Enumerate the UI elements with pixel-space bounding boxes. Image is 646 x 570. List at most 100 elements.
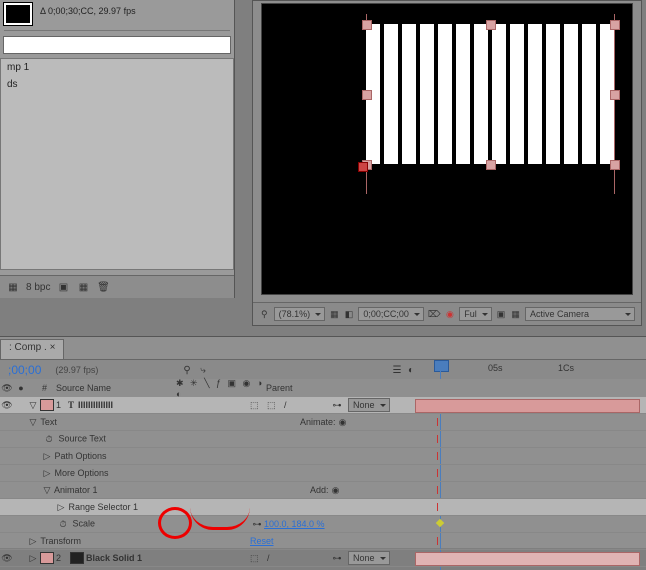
twirl-icon[interactable]: ▽ [28, 400, 38, 411]
anchor-point[interactable] [358, 162, 368, 172]
graph-icon[interactable]: ☰ [390, 363, 404, 377]
transform-handle[interactable] [610, 20, 620, 30]
interpret-icon[interactable]: ▦ [6, 280, 20, 294]
layer-name-text[interactable]: Black Solid 1 [86, 553, 142, 563]
property-row[interactable]: ▷ Range Selector 1 [0, 499, 646, 516]
property-row[interactable]: ⏱ Source Text [0, 431, 646, 448]
channel-icon[interactable]: ◉ [445, 307, 456, 321]
layer-row[interactable]: 👁 ▽ 1 T IIIIIIIIIIIIII ⬚ ⬚ / ⊶ None [0, 397, 646, 414]
project-item[interactable]: mp 1 [1, 59, 233, 76]
scale-value[interactable]: 100.0, 184.0 % [264, 519, 325, 529]
prop-range-selector: Range Selector 1 [69, 502, 139, 512]
property-row[interactable]: ⏱ Scale ⊶ 100.0, 184.0 % [0, 516, 646, 533]
layer-color[interactable] [40, 399, 54, 411]
layer-bar-area[interactable] [415, 397, 646, 413]
transform-handle[interactable] [486, 20, 496, 30]
twirl-icon[interactable]: ▷ [28, 536, 38, 547]
property-row[interactable]: ▽ Animator 1 Add: ◉ [0, 482, 646, 499]
transform-handle[interactable] [362, 90, 372, 100]
twirl-icon[interactable]: ▷ [42, 468, 52, 479]
prop-text: Text [40, 417, 57, 427]
viewport[interactable] [261, 3, 633, 295]
twirl-icon[interactable]: ▷ [56, 502, 66, 513]
new-folder-icon[interactable]: ▣ [56, 280, 70, 294]
new-comp-icon[interactable]: ▦ [76, 280, 90, 294]
prop-path-options: Path Options [55, 451, 107, 461]
switches-col: ✱ ✳ ╲ ƒ ▣ ◉ ◑ ◐ [176, 378, 266, 399]
prop-transform: Transform [40, 536, 81, 546]
link-icon[interactable]: ⊶ [250, 517, 264, 531]
project-tree[interactable]: mp 1 ds [0, 58, 234, 270]
project-search-input[interactable] [3, 36, 231, 54]
animate-menu[interactable]: ◉ [336, 415, 350, 429]
zoom-dropdown[interactable]: (78.1%) [274, 307, 326, 321]
safe-zone-icon[interactable]: ▦ [329, 307, 340, 321]
project-item[interactable]: ds [1, 76, 233, 93]
project-panel: Δ 0;00;30;CC, 29.97 fps mp 1 ds ▦ 8 bpc … [0, 0, 235, 298]
eye-toggle[interactable]: 👁 [0, 400, 14, 411]
add-menu[interactable]: ◉ [329, 483, 343, 497]
source-name-col[interactable]: Source Name [56, 383, 176, 393]
layer-bar[interactable] [415, 399, 640, 413]
property-row[interactable]: ▽ Text Animate: ◉ [0, 414, 646, 431]
parent-pick[interactable]: ⊶ [330, 551, 344, 565]
parent-col: Parent [266, 383, 326, 393]
stopwatch-icon[interactable]: ⏱ [56, 517, 70, 531]
resolution-dropdown[interactable]: Ful [459, 307, 492, 321]
time-ruler[interactable]: 05s 1Cs [418, 360, 640, 380]
roi-icon[interactable]: ▣ [496, 307, 507, 321]
blur-icon[interactable]: ◐ [404, 363, 418, 377]
transform-handle[interactable] [610, 160, 620, 170]
mag-icon[interactable]: ⚲ [259, 307, 270, 321]
switches[interactable]: ⬚ ⬚ / [250, 400, 330, 411]
eye-toggle[interactable]: 👁 [0, 553, 14, 564]
reset-link[interactable]: Reset [250, 536, 274, 546]
current-time[interactable]: 0;00;CC;00 [358, 307, 424, 321]
layer-name[interactable]: T [68, 400, 74, 410]
shy-icon[interactable]: ⤷ [196, 363, 210, 377]
project-info: Δ 0;00;30;CC, 29.97 fps [40, 6, 136, 16]
project-thumb [3, 2, 33, 26]
property-row[interactable]: ▷ Transform Reset [0, 533, 646, 550]
composition-viewer: ⚲ (78.1%) ▦ ◧ 0;00;CC;00 ⌦ ◉ Ful ▣ ▦ Act… [252, 0, 642, 326]
parent-dropdown[interactable]: None [348, 398, 390, 412]
twirl-icon[interactable]: ▽ [42, 485, 52, 496]
property-row[interactable]: ▷ Path Options [0, 448, 646, 465]
column-header: 👁 ● # Source Name ✱ ✳ ╲ ƒ ▣ ◉ ◑ ◐ Parent [0, 379, 646, 398]
twirl-icon[interactable]: ▽ [28, 417, 38, 428]
twirl-icon[interactable]: ▷ [42, 451, 52, 462]
transform-handle[interactable] [486, 160, 496, 170]
mask-icon[interactable]: ◧ [344, 307, 355, 321]
switches[interactable]: ⬚ / [250, 553, 330, 564]
parent-pick[interactable]: ⊶ [330, 398, 344, 412]
animate-label: Animate: [300, 417, 336, 427]
layer-number: 1 [56, 400, 68, 410]
layer-color[interactable] [40, 552, 54, 564]
layer-row[interactable]: 👁 ▷ 2 Black Solid 1 ⬚ / ⊶ None [0, 550, 646, 567]
layer-name-text[interactable]: IIIIIIIIIIIIII [78, 400, 113, 410]
trash-icon[interactable]: 🗑 [96, 280, 110, 294]
lock-col: ● [14, 383, 28, 393]
timeline-header: ;00;00 (29.97 fps) ⚲ ⤷ ☰ ◐ 05s 1Cs [0, 359, 646, 381]
add-label: Add: [310, 485, 329, 495]
transform-handle[interactable] [362, 20, 372, 30]
twirl-icon[interactable]: ▷ [28, 553, 38, 564]
property-row[interactable]: ▷ More Options [0, 465, 646, 482]
solid-swatch [70, 552, 84, 564]
current-time-input[interactable]: ;00;00 [0, 363, 49, 377]
ruler-tick: 05s [488, 363, 503, 373]
view-dropdown[interactable]: Active Camera [525, 307, 635, 321]
bpc-toggle[interactable]: 8 bpc [26, 282, 50, 293]
layer-bar-area[interactable] [415, 550, 646, 566]
layer-number: 2 [56, 553, 68, 563]
project-footer: ▦ 8 bpc ▣ ▦ 🗑 [0, 275, 234, 298]
layer-bar[interactable] [415, 552, 640, 566]
parent-dropdown[interactable]: None [348, 551, 390, 565]
stopwatch-icon[interactable]: ⏱ [42, 432, 56, 446]
search-icon[interactable]: ⚲ [180, 363, 194, 377]
snapshot-icon[interactable]: ⌦ [428, 307, 441, 321]
transparency-icon[interactable]: ▦ [510, 307, 521, 321]
timeline-panel: : Comp . × ;00;00 (29.97 fps) ⚲ ⤷ ☰ ◐ 05… [0, 336, 646, 548]
cti[interactable] [434, 360, 447, 380]
transform-handle[interactable] [610, 90, 620, 100]
